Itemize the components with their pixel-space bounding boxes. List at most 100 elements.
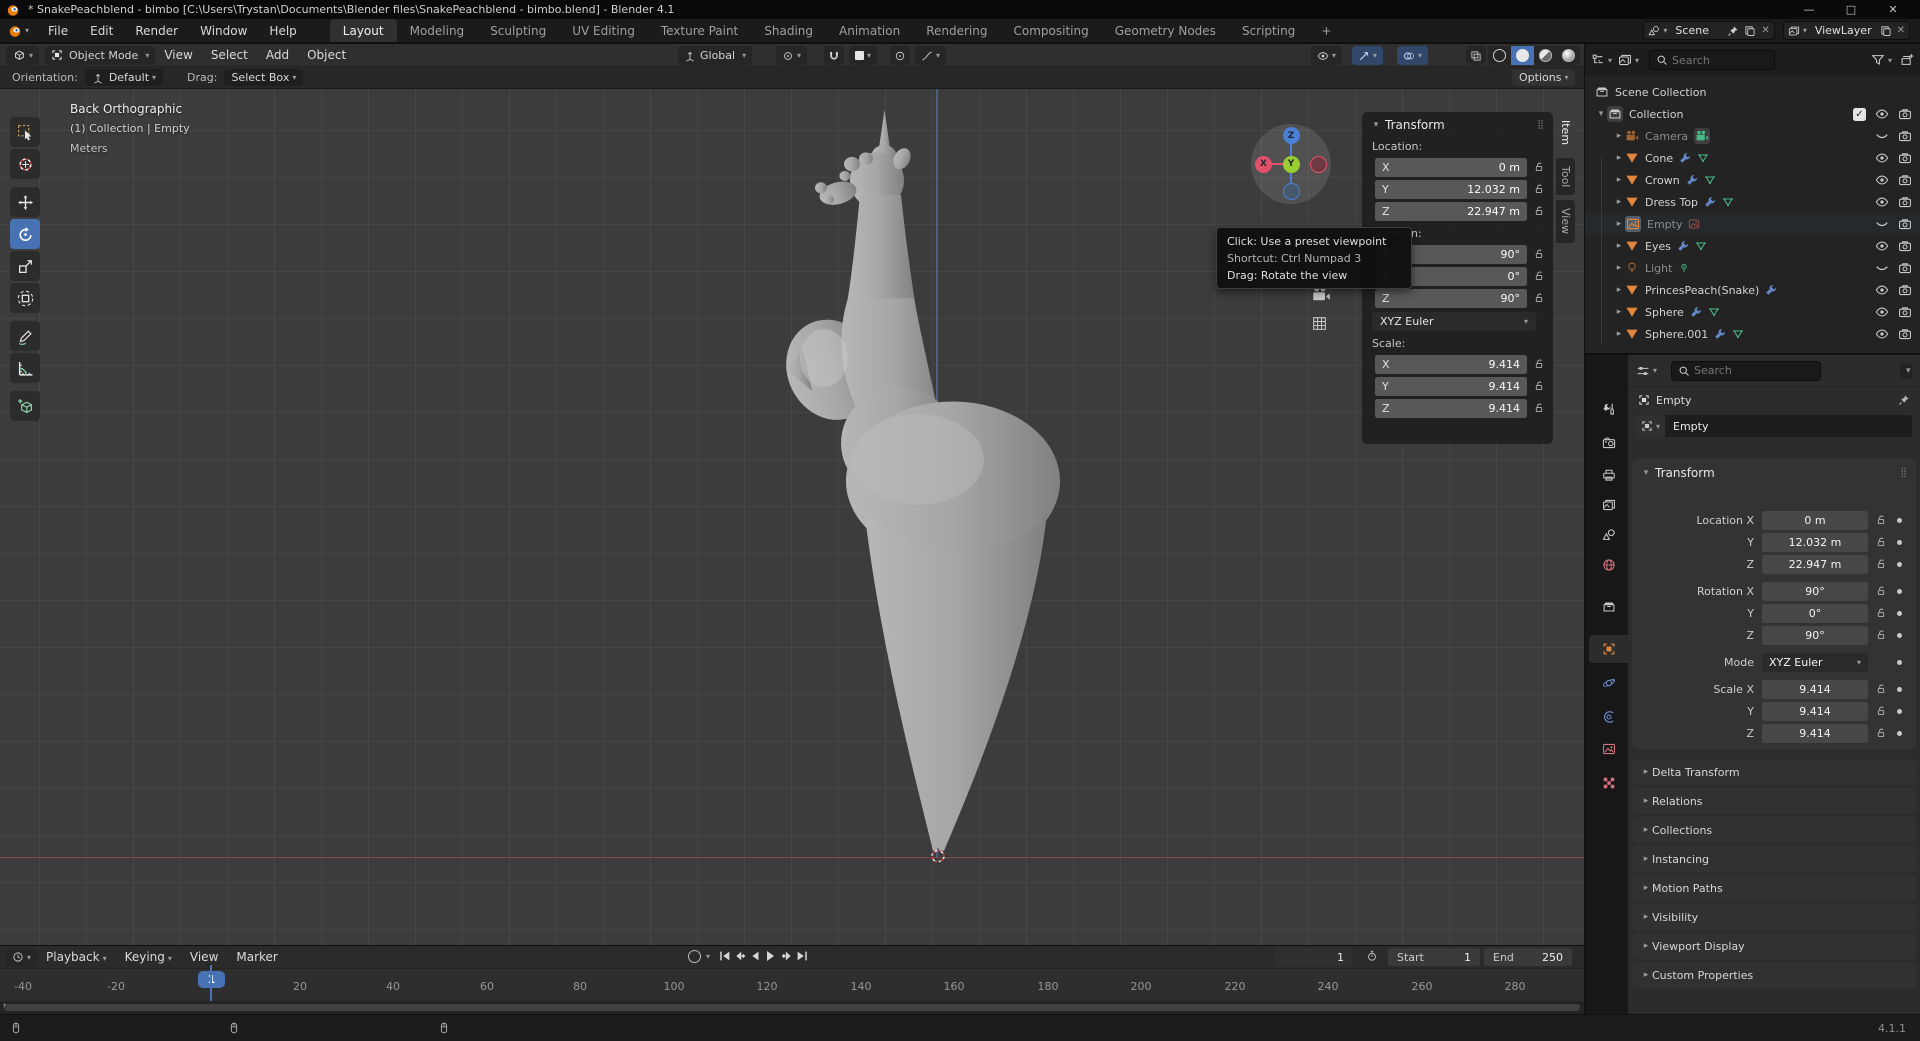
prop-location-z[interactable]: 22.947 m (1762, 555, 1868, 574)
new-collection-button[interactable] (1900, 53, 1914, 67)
hide-in-viewport-icon[interactable] (1875, 327, 1889, 341)
lock-icon[interactable] (1533, 380, 1545, 392)
gizmos-toggle-dropdown[interactable]: ▾ (1352, 46, 1383, 65)
scale-y-field[interactable]: Y9.414 (1375, 377, 1527, 396)
lock-icon[interactable] (1533, 205, 1545, 217)
scale-x-field[interactable]: X9.414 (1375, 355, 1527, 374)
menu-render[interactable]: Render (124, 19, 189, 42)
sidebar-tab-view[interactable]: View (1556, 200, 1575, 242)
outliner-search-input[interactable] (1672, 54, 1772, 67)
prop-scale-x[interactable]: 9.414 (1762, 680, 1868, 699)
auto-keying-toggle[interactable] (688, 950, 701, 963)
outliner-row-sphere-001[interactable]: ▸ Sphere.001 (1585, 323, 1920, 345)
snap-toggle[interactable] (824, 46, 844, 65)
menu-view[interactable]: View (181, 950, 227, 964)
auto-keying-dropdown[interactable]: ▾ (706, 952, 710, 961)
mode-dropdown[interactable]: Object Mode▾ (45, 46, 155, 65)
gizmo-neg-x-axis[interactable] (1310, 156, 1327, 173)
lock-icon[interactable] (1533, 292, 1545, 304)
object-name-field[interactable] (1665, 415, 1912, 437)
previous-keyframe-button[interactable] (733, 948, 747, 964)
prop-rotation-mode-dropdown[interactable]: XYZ Euler▾ (1762, 653, 1868, 672)
outliner-row-dress-top[interactable]: ▸ Dress Top (1585, 191, 1920, 213)
outliner-row-collection[interactable]: ▾ Collection ✓ (1585, 103, 1920, 125)
lock-icon[interactable] (1533, 358, 1545, 370)
tab-view-layer-properties[interactable] (1589, 491, 1628, 519)
timeline-editor-type-button[interactable]: ▾ (6, 948, 37, 967)
play-button[interactable] (763, 948, 779, 964)
expand-icon[interactable]: ▸ (1613, 263, 1625, 273)
animate-dot[interactable] (1897, 611, 1902, 616)
blender-menu-button[interactable]: ▾ (0, 19, 37, 42)
maximize-button[interactable]: □ (1830, 3, 1872, 16)
expand-icon[interactable]: ▸ (1613, 131, 1625, 141)
hide-in-viewport-icon[interactable] (1875, 305, 1889, 319)
lock-icon[interactable] (1875, 683, 1887, 695)
rotation-mode-dropdown[interactable]: XYZ Euler▾ (1372, 312, 1536, 331)
lock-icon[interactable] (1533, 402, 1545, 414)
location-z-field[interactable]: Z22.947 m (1375, 202, 1527, 221)
location-y-field[interactable]: Y12.032 m (1375, 180, 1527, 199)
frame-start-field[interactable]: Start1 (1388, 948, 1480, 966)
expand-icon[interactable]: ▸ (1613, 241, 1625, 251)
tab-render-properties[interactable] (1589, 429, 1628, 457)
disable-in-renders-icon[interactable] (1898, 239, 1912, 253)
tool-add-cube[interactable] (10, 391, 40, 421)
xray-toggle[interactable] (1466, 46, 1486, 65)
shading-wireframe-button[interactable] (1488, 46, 1511, 65)
hidden-eye-icon[interactable] (1875, 261, 1889, 275)
tab-uv-editing[interactable]: UV Editing (559, 19, 648, 42)
outliner-row-camera[interactable]: ▸ Camera (1585, 125, 1920, 147)
disable-in-renders-icon[interactable] (1898, 217, 1912, 231)
use-preview-range-icon[interactable] (1366, 950, 1378, 962)
menu-window[interactable]: Window (189, 19, 258, 42)
drag-setting-dropdown[interactable]: Select Box▾ (224, 69, 303, 86)
expand-icon[interactable]: ▸ (1613, 307, 1625, 317)
tool-annotate[interactable] (10, 321, 40, 351)
prop-location-y[interactable]: 12.032 m (1762, 533, 1868, 552)
tab-object-data-properties[interactable] (1589, 735, 1628, 763)
hide-in-viewport-icon[interactable] (1875, 107, 1889, 121)
animate-dot[interactable] (1897, 633, 1902, 638)
expand-icon[interactable]: ▸ (1613, 153, 1625, 163)
menu-playback[interactable]: Playback▾ (37, 950, 116, 964)
tab-scene-properties[interactable] (1589, 521, 1628, 549)
jump-to-end-button[interactable] (795, 948, 809, 964)
properties-options-dropdown[interactable]: ▾ (1900, 363, 1912, 379)
sidebar-tab-item[interactable]: Item (1556, 112, 1575, 153)
copy-icon[interactable] (1880, 25, 1892, 37)
lock-icon[interactable] (1875, 607, 1887, 619)
lock-icon[interactable] (1875, 585, 1887, 597)
menu-help[interactable]: Help (258, 19, 307, 42)
animate-dot[interactable] (1897, 589, 1902, 594)
menu-edit[interactable]: Edit (79, 19, 124, 42)
3d-viewport[interactable]: Back Orthographic (1) Collection | Empty… (0, 89, 1584, 945)
tool-move[interactable] (10, 187, 40, 217)
expand-icon[interactable]: ▸ (1613, 219, 1625, 229)
panel-custom-properties[interactable]: ▸Custom Properties (1632, 962, 1916, 988)
menu-select[interactable]: Select (202, 48, 257, 62)
animate-dot[interactable] (1897, 731, 1902, 736)
hide-in-viewport-icon[interactable] (1875, 283, 1889, 297)
pin-id-icon[interactable] (1898, 394, 1910, 406)
outliner-row-empty[interactable]: ▸ Empty (1585, 213, 1920, 235)
toggle-projection-icon[interactable] (1311, 315, 1328, 332)
gizmo-y-axis[interactable]: Y (1283, 156, 1300, 173)
tab-collection-properties[interactable] (1589, 593, 1628, 621)
tab-modeling[interactable]: Modeling (397, 19, 478, 42)
tool-select-box[interactable] (10, 117, 40, 147)
shading-rendered-button[interactable] (1557, 46, 1580, 65)
lock-icon[interactable] (1875, 536, 1887, 548)
outliner-row-light[interactable]: ▸ Light (1585, 257, 1920, 279)
lock-icon[interactable] (1875, 558, 1887, 570)
orientation-setting-dropdown[interactable]: Default▾ (85, 69, 163, 86)
scrollbar-handle[interactable] (4, 1004, 1580, 1011)
menu-file[interactable]: File (37, 19, 79, 42)
disable-in-renders-icon[interactable] (1898, 327, 1912, 341)
next-keyframe-button[interactable] (780, 948, 794, 964)
remove-icon[interactable]: ✕ (1897, 25, 1905, 36)
disable-in-renders-icon[interactable] (1898, 129, 1912, 143)
tab-physics-properties[interactable] (1589, 669, 1628, 697)
lock-icon[interactable] (1533, 248, 1545, 260)
panel-collections[interactable]: ▸Collections (1632, 817, 1916, 843)
